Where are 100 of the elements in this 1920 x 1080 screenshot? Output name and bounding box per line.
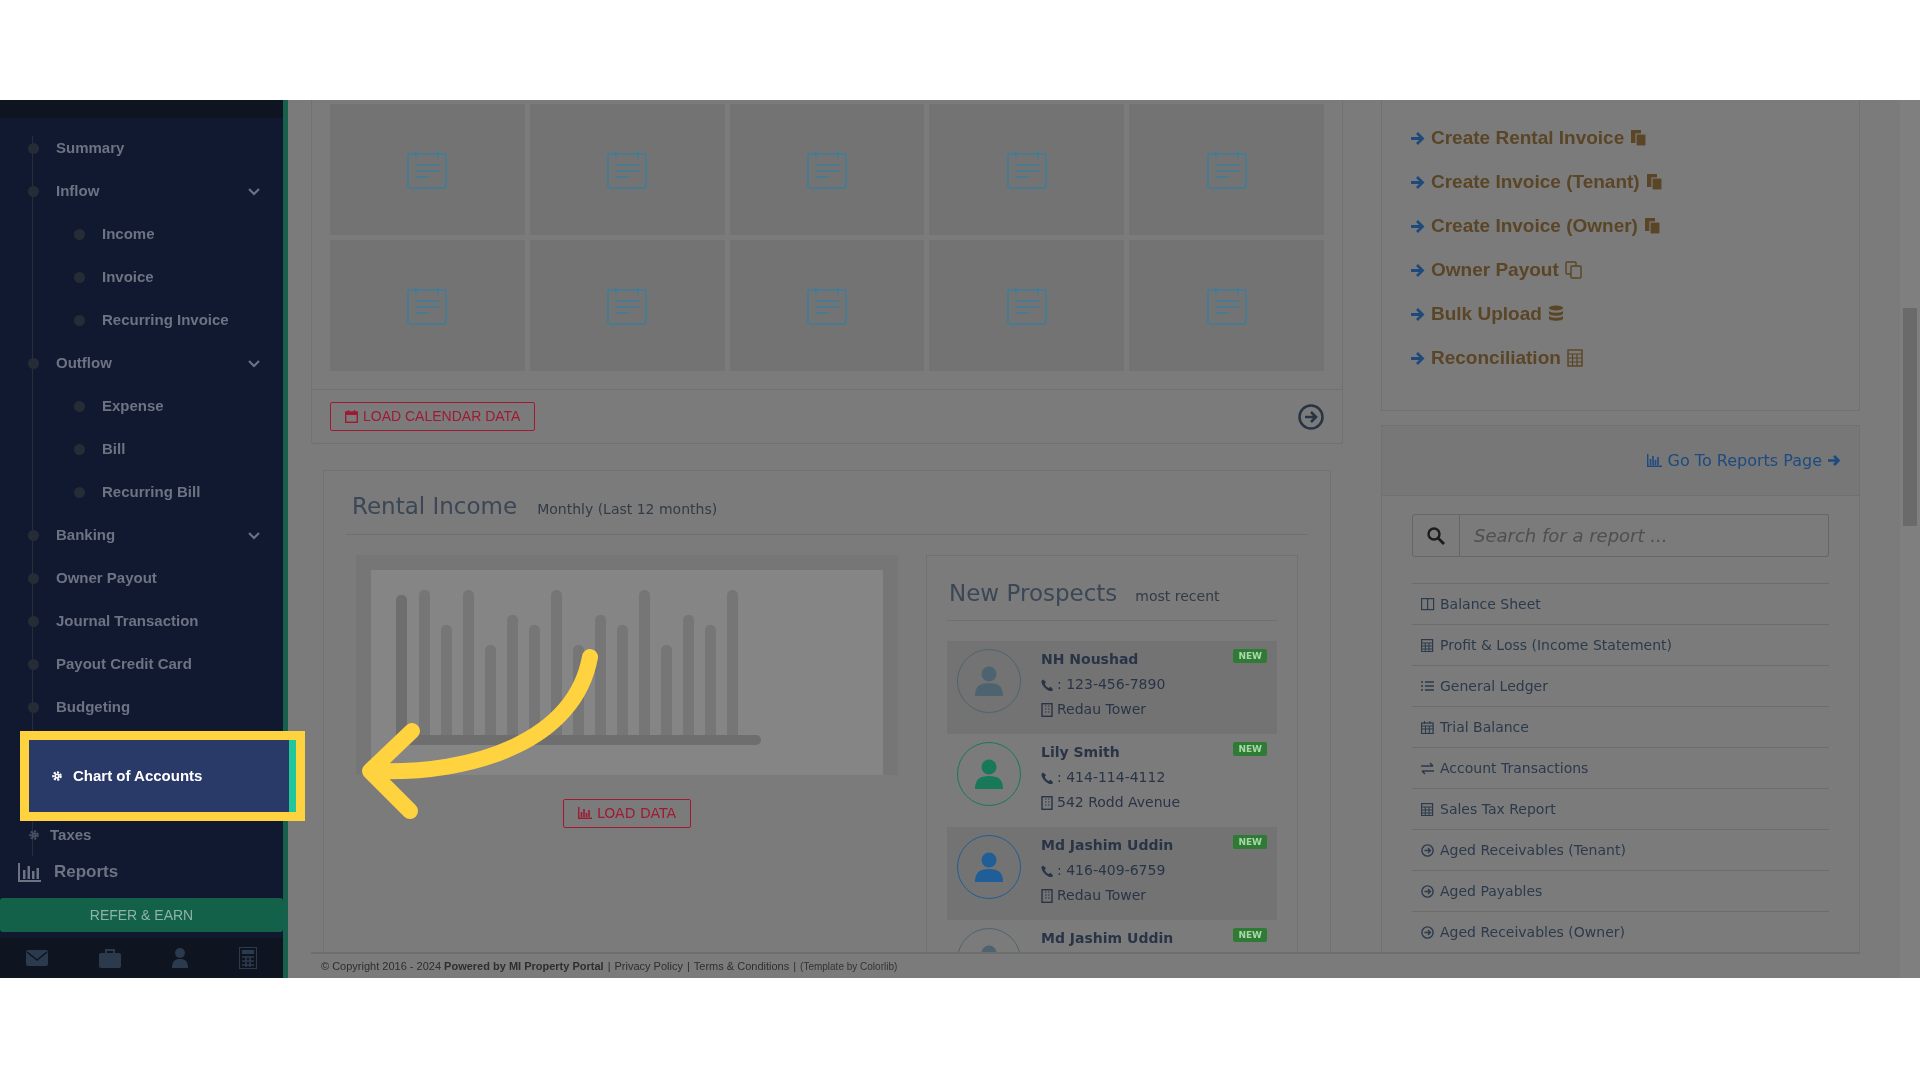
- report-link[interactable]: Aged Payables: [1412, 870, 1829, 911]
- calendar-icon: [1421, 720, 1435, 734]
- prospect-phone: : 416-409-6759: [1057, 861, 1166, 880]
- sidebar-item[interactable]: Income: [0, 213, 283, 256]
- columns-icon: [1421, 597, 1435, 611]
- prospect-name: Md Jashim Uddin: [1041, 929, 1174, 948]
- sidebar-item[interactable]: Owner Payout: [0, 557, 283, 600]
- calendar-icon: [607, 150, 648, 189]
- load-calendar-button[interactable]: LOAD CALENDAR DATA: [330, 402, 536, 431]
- search-icon: [1427, 526, 1445, 545]
- sidebar-item[interactable]: Inflow: [0, 170, 283, 213]
- prospect-name: Lily Smith: [1041, 743, 1120, 762]
- phone-icon: [1041, 864, 1053, 877]
- sidebar-item[interactable]: Outflow: [0, 342, 283, 385]
- calendar-icon: [1006, 150, 1047, 189]
- sidebar-item[interactable]: Bill: [0, 428, 283, 471]
- reports-page-link[interactable]: Go To Reports Page: [1646, 448, 1841, 473]
- sidebar-item[interactable]: Banking: [0, 514, 283, 557]
- arrow-right-icon: [1410, 130, 1425, 146]
- sidebar-item[interactable]: Chart of Accounts: [29, 740, 296, 812]
- calendar-icon: [407, 150, 448, 189]
- person-icon[interactable]: [172, 948, 189, 968]
- sidebar-item[interactable]: Expense: [0, 385, 283, 428]
- prospect-name: NH Noushad: [1041, 650, 1139, 669]
- sidebar-item[interactable]: Budgeting: [0, 686, 283, 729]
- building-icon: [1041, 795, 1053, 810]
- bar-chart-icon: [578, 807, 592, 819]
- sidebar-item[interactable]: Invoice: [0, 256, 283, 299]
- card-title: Rental Income: [352, 492, 518, 521]
- sidebar-item[interactable]: Recurring Invoice: [0, 299, 283, 342]
- prospect-row[interactable]: NH Noushad NEW : 123-456-7890 Redau Tower: [947, 641, 1277, 734]
- prospect-name: Md Jashim Uddin: [1041, 836, 1174, 855]
- phone-icon: [1041, 771, 1053, 784]
- calendar-icon: [345, 410, 358, 423]
- quick-link[interactable]: Create Invoice (Owner): [1410, 204, 1831, 248]
- search-button[interactable]: [1412, 514, 1460, 557]
- quick-link[interactable]: Create Invoice (Tenant): [1410, 160, 1831, 204]
- bar-chart-icon: [18, 862, 42, 882]
- exchange-arrows-icon: [1421, 761, 1435, 775]
- gear-icon: [51, 770, 63, 782]
- arrow-right-icon: [1410, 218, 1425, 234]
- documents-icon: [1645, 173, 1663, 191]
- sidebar-item[interactable]: Recurring Bill: [0, 471, 283, 514]
- building-icon: [1041, 888, 1053, 903]
- report-link[interactable]: Profit & Loss (Income Statement): [1412, 624, 1829, 665]
- report-link[interactable]: Sales Tax Report: [1412, 788, 1829, 829]
- report-link[interactable]: General Ledger: [1412, 665, 1829, 706]
- calendar-icon: [407, 286, 448, 325]
- building-icon: [1041, 702, 1053, 717]
- prospect-phone: : 414-114-4112: [1057, 768, 1166, 787]
- list-icon: [1421, 679, 1435, 693]
- prospect-row[interactable]: Md Jashim Uddin NEW : 416-409-6759 Redau Tower: [947, 827, 1277, 920]
- briefcase-icon[interactable]: [98, 948, 121, 968]
- report-link[interactable]: Account Transactions: [1412, 747, 1829, 788]
- sidebar-item[interactable]: Journal Transaction: [0, 600, 283, 643]
- arrow-right-icon: [1410, 262, 1425, 278]
- sidebar-item[interactable]: Summary: [0, 127, 283, 170]
- prospect-row[interactable]: Lily Smith NEW : 414-114-4112 542 Rodd Avenue: [947, 734, 1277, 827]
- separator: |: [793, 958, 797, 974]
- documents-icon: [1630, 129, 1648, 147]
- arrow-right-icon: [1410, 174, 1425, 190]
- refer-earn-button[interactable]: REFER & EARN: [0, 898, 283, 932]
- calendar-icon: [807, 150, 847, 189]
- separator: |: [607, 958, 611, 974]
- prospect-address: Redau Tower: [1057, 886, 1147, 905]
- calculator-icon[interactable]: [239, 947, 258, 969]
- quick-link[interactable]: Owner Payout: [1410, 248, 1831, 292]
- sidebar-item[interactable]: Reports: [0, 850, 283, 894]
- person-icon: [975, 852, 1003, 882]
- report-link[interactable]: Balance Sheet: [1412, 583, 1829, 624]
- sidebar-item[interactable]: Taxes: [0, 823, 283, 847]
- arrow-circle-icon: [1421, 843, 1435, 857]
- calculator-icon: [1421, 802, 1435, 816]
- footer-link[interactable]: Terms & Conditions: [693, 957, 790, 975]
- quick-link[interactable]: Reconciliation: [1410, 336, 1831, 380]
- person-icon: [975, 759, 1003, 789]
- arrow-right-icon: [1410, 306, 1425, 322]
- report-link[interactable]: Aged Receivables (Tenant): [1412, 829, 1829, 870]
- arrow-circle-icon: [1421, 884, 1435, 898]
- arrow-right-icon: [1828, 454, 1841, 467]
- footer-link[interactable]: Privacy Policy: [614, 957, 683, 975]
- template-credit: (Template by Colorlib): [800, 959, 898, 974]
- chevron-down-icon: [247, 530, 261, 541]
- calendar-icon: [607, 286, 648, 325]
- calendar-icon: [1206, 286, 1247, 325]
- quick-link[interactable]: Create Rental Invoice: [1410, 116, 1831, 160]
- envelope-icon[interactable]: [25, 950, 48, 966]
- person-icon: [975, 666, 1003, 696]
- sidebar-item[interactable]: Payout Credit Card: [0, 643, 283, 686]
- quick-link[interactable]: Bulk Upload: [1410, 292, 1831, 336]
- report-link[interactable]: Trial Balance: [1412, 706, 1829, 747]
- reports-label: Reports: [54, 861, 119, 884]
- arrow-right-icon: [1410, 350, 1425, 366]
- separator: |: [686, 958, 690, 974]
- prospect-address: Redau Tower: [1057, 700, 1147, 719]
- report-link[interactable]: Aged Receivables (Owner): [1412, 911, 1829, 952]
- arrow-circle-icon[interactable]: [1298, 403, 1324, 430]
- scrollbar[interactable]: [1900, 100, 1920, 978]
- documents-icon: [1643, 217, 1661, 235]
- load-data-button[interactable]: LOAD DATA: [563, 798, 691, 828]
